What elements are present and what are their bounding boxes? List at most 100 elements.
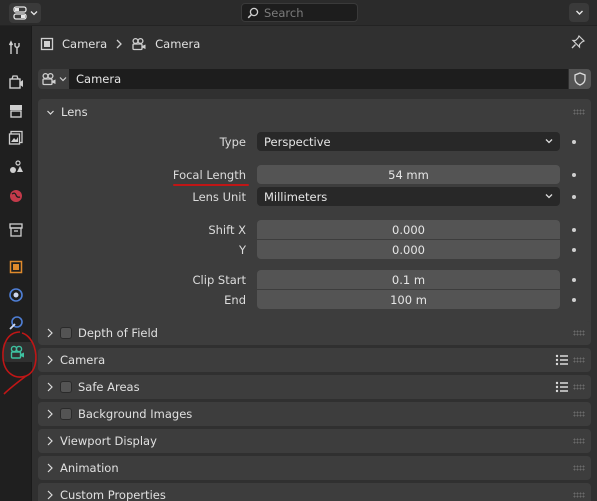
lens-panel: Lens Type Perspective Focal Length 54 mm… (38, 99, 591, 341)
keyframe-dot-icon[interactable] (572, 195, 576, 199)
drag-grip-icon[interactable] (573, 357, 585, 363)
depth-of-field-panel[interactable]: Depth of Field (38, 321, 591, 345)
constraint-chain-icon (9, 316, 23, 330)
tab-world[interactable] (6, 186, 26, 206)
drag-grip-icon[interactable] (573, 438, 585, 444)
breadcrumb: Camera Camera (40, 35, 200, 53)
lens-unit-label: Lens Unit (192, 189, 246, 204)
collection-box-icon (9, 223, 23, 237)
viewport-display-panel[interactable]: Viewport Display (38, 429, 591, 453)
drag-grip-icon[interactable] (573, 411, 585, 417)
focal-length-label: Focal Length (172, 167, 246, 182)
top-header: Search (0, 0, 597, 26)
tab-object[interactable] (6, 257, 26, 277)
clip-start-label: Clip Start (192, 272, 246, 287)
lens-panel-header[interactable]: Lens (38, 99, 591, 125)
shift-y-label: Y (238, 242, 246, 257)
chevron-right-icon (47, 355, 53, 365)
keyframe-dot-icon[interactable] (572, 248, 576, 252)
shift-x-field[interactable]: 0.000 (257, 220, 560, 239)
background-images-checkbox[interactable] (60, 408, 72, 420)
animation-panel[interactable]: Animation (38, 456, 591, 480)
keyframe-dot-icon[interactable] (572, 173, 576, 177)
breadcrumb-data-name: Camera (155, 37, 201, 51)
presets-list-icon[interactable] (555, 380, 569, 394)
tool-icon (8, 40, 20, 54)
tab-physics[interactable] (6, 285, 26, 305)
animation-title: Animation (60, 461, 119, 475)
properties-tab-bar (0, 26, 32, 501)
properties-main: Camera Camera Camera Lens Type Perspecti… (32, 26, 597, 501)
breadcrumb-object-name: Camera (62, 37, 108, 51)
viewport-display-title: Viewport Display (60, 434, 157, 448)
shift-x-row: Shift X 0.000 (38, 220, 591, 239)
presets-list-icon[interactable] (555, 353, 569, 367)
background-images-panel[interactable]: Background Images (38, 402, 591, 426)
camera-data-icon (41, 72, 55, 86)
drag-grip-icon[interactable] (573, 492, 585, 498)
tab-camera-data[interactable] (3, 342, 32, 362)
focal-length-underline-annotation (173, 184, 249, 186)
safe-areas-panel[interactable]: Safe Areas (38, 375, 591, 399)
focal-length-field[interactable]: 54 mm (257, 165, 560, 184)
chevron-right-icon (47, 382, 53, 392)
drag-grip-icon[interactable] (573, 384, 585, 390)
tab-render[interactable] (6, 72, 26, 92)
scene-icon (10, 160, 23, 173)
lens-unit-value: Millimeters (264, 189, 328, 204)
clip-end-field[interactable]: 100 m (257, 290, 560, 309)
drag-grip-icon[interactable] (573, 330, 585, 336)
chevron-down-icon (545, 194, 553, 199)
tab-view-layer[interactable] (6, 128, 26, 148)
keyframe-dot-icon[interactable] (572, 298, 576, 302)
safe-areas-title: Safe Areas (78, 380, 140, 394)
type-row: Type Perspective (38, 132, 591, 151)
keyframe-dot-icon[interactable] (572, 228, 576, 232)
safe-areas-checkbox[interactable] (60, 381, 72, 393)
tab-constraints[interactable] (6, 313, 26, 333)
depth-of-field-checkbox[interactable] (60, 327, 72, 339)
drag-grip-icon[interactable] (573, 109, 585, 115)
chevron-down-icon (47, 110, 54, 115)
chevron-right-icon (116, 39, 123, 49)
chevron-down-icon (30, 11, 37, 16)
clip-end-label: End (224, 292, 246, 307)
clip-start-field[interactable]: 0.1 m (257, 270, 560, 289)
type-dropdown[interactable]: Perspective (257, 132, 560, 151)
type-value: Perspective (264, 134, 331, 149)
keyframe-dot-icon[interactable] (572, 278, 576, 282)
lens-unit-dropdown[interactable]: Millimeters (257, 187, 560, 206)
pin-button[interactable] (571, 34, 586, 52)
shift-y-field[interactable]: 0.000 (257, 240, 560, 259)
background-images-title: Background Images (78, 407, 193, 421)
search-input[interactable]: Search (241, 3, 358, 22)
shift-x-label: Shift X (208, 222, 246, 237)
tab-output[interactable] (6, 101, 26, 121)
editor-type-button[interactable] (9, 3, 41, 23)
chevron-right-icon (47, 328, 53, 338)
datablock-browse-button[interactable] (38, 69, 69, 89)
camera-data-icon (10, 345, 24, 359)
physics-orbit-icon (9, 288, 23, 302)
shield-icon (574, 72, 586, 86)
fake-user-button[interactable] (569, 69, 591, 89)
lens-unit-row: Lens Unit Millimeters (38, 187, 591, 206)
properties-editor-icon (12, 6, 27, 20)
tab-collection[interactable] (6, 220, 26, 240)
pin-icon (571, 34, 586, 49)
object-square-icon (40, 37, 54, 51)
search-icon (247, 7, 259, 18)
chevron-right-icon (47, 436, 53, 446)
keyframe-dot-icon[interactable] (572, 140, 576, 144)
object-square-icon (9, 260, 23, 274)
drag-grip-icon[interactable] (573, 465, 585, 471)
printer-icon (10, 105, 22, 118)
depth-of-field-title: Depth of Field (78, 326, 158, 340)
options-dropdown-button[interactable] (569, 3, 589, 22)
custom-properties-panel[interactable]: Custom Properties (38, 483, 591, 501)
tab-scene[interactable] (6, 157, 26, 177)
datablock-name-field[interactable]: Camera (69, 69, 568, 89)
camera-panel[interactable]: Camera (38, 348, 591, 372)
chevron-right-icon (47, 490, 53, 500)
tab-tool[interactable] (6, 38, 26, 58)
